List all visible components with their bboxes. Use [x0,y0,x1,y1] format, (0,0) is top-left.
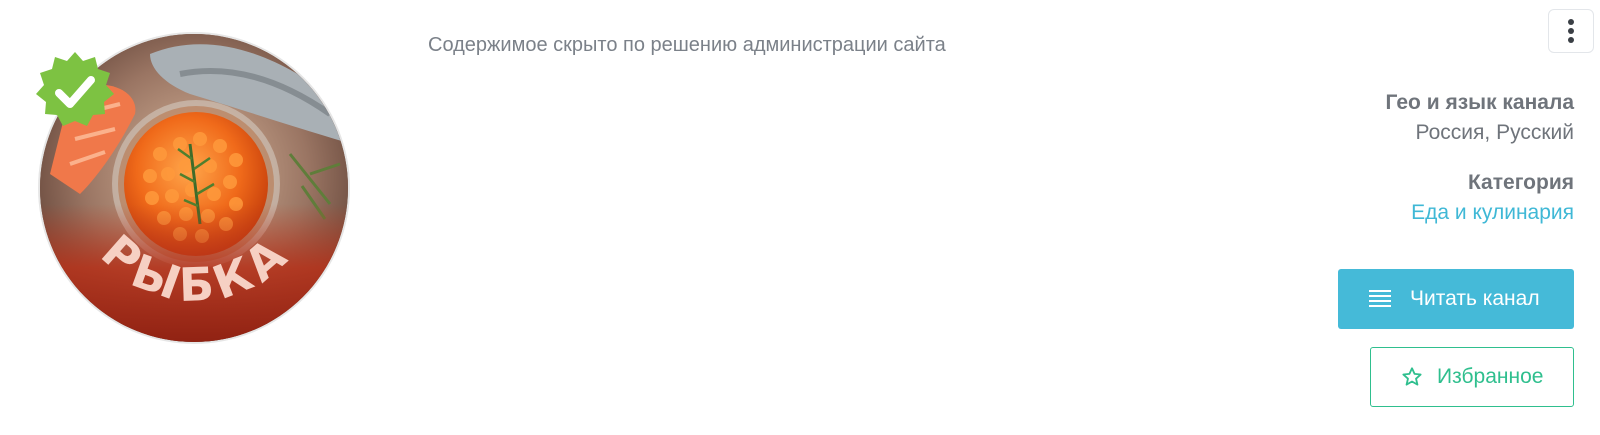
more-options-button[interactable] [1548,9,1594,53]
channel-card: РЫБКА Содержимое скрыто по решению админ… [0,0,1600,435]
star-outline-icon [1401,366,1423,388]
favorite-button[interactable]: Избранное [1370,347,1574,407]
geo-label: Гео и язык канала [1385,91,1574,114]
read-channel-label: Читать канал [1410,287,1540,310]
channel-avatar-wrap: РЫБКА [36,32,350,344]
verified-badge-icon [36,52,114,126]
favorite-label: Избранное [1437,365,1544,388]
lines-icon [1369,290,1391,308]
geo-value: Россия, Русский [1415,121,1574,144]
category-label: Категория [1467,171,1574,194]
kebab-vertical-icon [1568,19,1574,43]
read-channel-button[interactable]: Читать канал [1338,269,1574,329]
category-link[interactable]: Еда и кулинария [1386,198,1574,228]
channel-description: Содержимое скрыто по решению администрац… [428,34,946,56]
channel-info: Гео и язык канала Россия, Русский Катего… [1386,88,1574,228]
